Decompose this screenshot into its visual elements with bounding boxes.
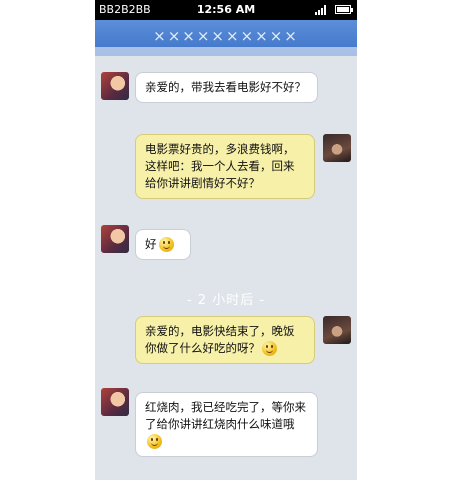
avatar-boy-icon[interactable] xyxy=(323,134,351,162)
title-bar: ×××××××××× xyxy=(95,20,357,56)
smile-emoji-icon xyxy=(158,237,174,252)
avatar-girl-icon[interactable] xyxy=(101,388,129,416)
avatar-girl-icon[interactable] xyxy=(101,72,129,100)
message-bubble[interactable]: 电影票好贵的，多浪费钱啊，这样吧：我一个人去看，回来给你讲讲剧情好不好？ xyxy=(135,134,315,199)
signal-icon xyxy=(315,5,326,15)
smile-emoji-icon xyxy=(147,434,162,449)
avatar-boy-icon[interactable] xyxy=(323,316,351,344)
message-text: 好 xyxy=(145,237,157,251)
battery-icon xyxy=(335,5,353,14)
message-text: 亲爱的，带我去看电影好不好？ xyxy=(145,80,306,94)
message-bubble[interactable]: 亲爱的，电影快结束了，晚饭你做了什么好吃的呀？ xyxy=(135,316,315,364)
chat-title: ×××××××××× xyxy=(153,27,299,45)
message-bubble[interactable]: 红烧肉，我已经吃完了，等你来了给你讲讲红烧肉什么味道哦 xyxy=(135,392,318,457)
message-text: 电影票好贵的，多浪费钱啊，这样吧：我一个人去看，回来给你讲讲剧情好不好？ xyxy=(145,142,295,190)
smile-emoji-icon xyxy=(262,341,277,356)
title-band xyxy=(95,47,357,56)
status-bar: BB2B2BB 12:56 AM xyxy=(95,0,357,20)
message-text: 红烧肉，我已经吃完了，等你来了给你讲讲红烧肉什么味道哦 xyxy=(145,400,306,431)
message-bubble[interactable]: 亲爱的，带我去看电影好不好？ xyxy=(135,72,318,103)
message-bubble[interactable]: 好 xyxy=(135,229,191,260)
avatar-girl-icon[interactable] xyxy=(101,225,129,253)
time-divider: - 2 小时后 - xyxy=(186,293,266,308)
chat-screen: BB2B2BB 12:56 AM ×××××××××× 亲爱的，带我去看电影好不… xyxy=(95,0,357,480)
